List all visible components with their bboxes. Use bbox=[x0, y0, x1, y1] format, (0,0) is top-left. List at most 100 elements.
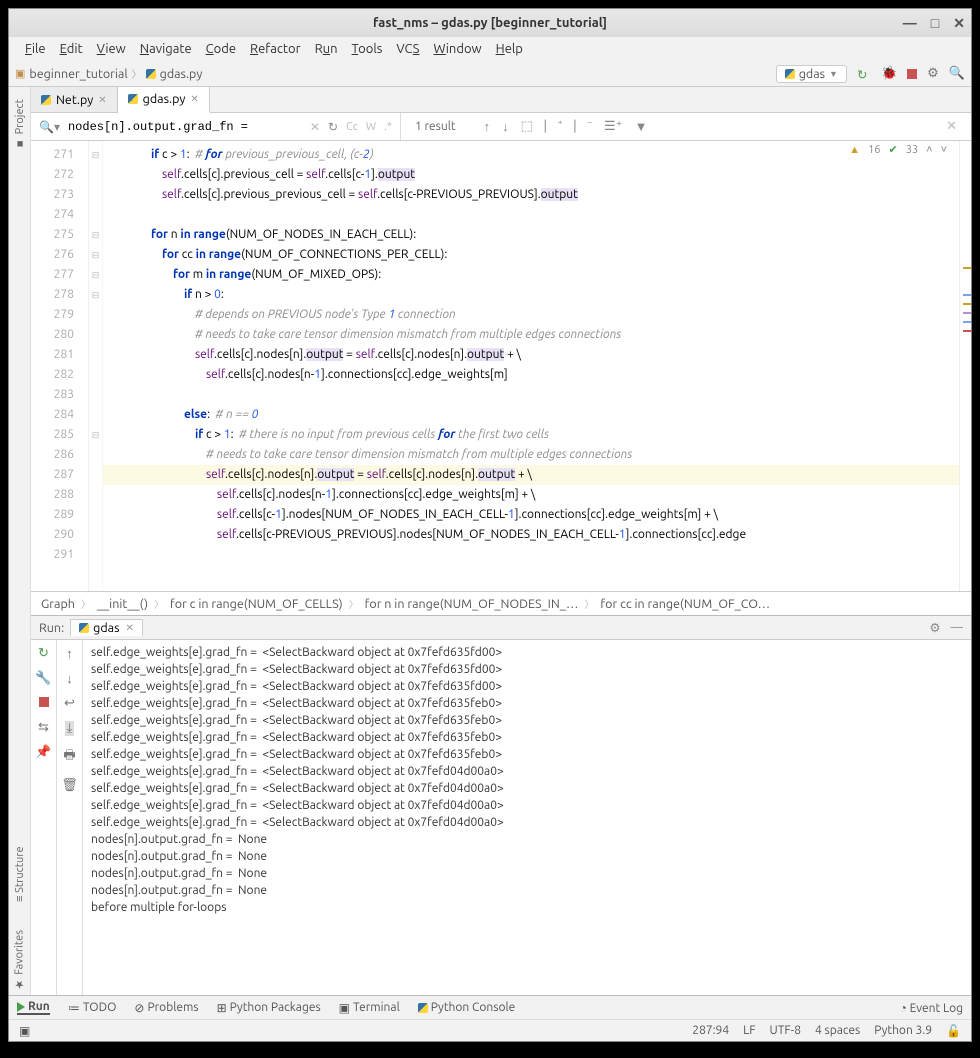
warning-count: 16 bbox=[868, 144, 880, 156]
find-add-selection-icon[interactable]: ⎸⁺ bbox=[545, 119, 563, 134]
code-crumb[interactable]: for cc in range(NUM_OF_CO… bbox=[600, 597, 770, 611]
debug-icon[interactable]: 🐞 bbox=[881, 66, 897, 81]
find-clear-icon[interactable]: ✕ bbox=[310, 120, 320, 134]
sidebar-tab-structure[interactable]: ≡ Structure bbox=[14, 842, 26, 906]
find-select-occurrences-icon[interactable]: ☰⁺ bbox=[604, 119, 623, 134]
gutter-line-numbers: 2712722732742752762772782792802812822832… bbox=[31, 141, 89, 591]
maximize-button[interactable]: □ bbox=[931, 15, 939, 32]
status-encoding[interactable]: UTF-8 bbox=[770, 1024, 801, 1038]
status-lock-icon[interactable]: 🔓 bbox=[946, 1024, 961, 1038]
status-bar: ▣ 287:94 LF UTF-8 4 spaces Python 3.9 🔓 bbox=[9, 1019, 971, 1041]
menu-view[interactable]: View bbox=[91, 40, 132, 58]
menu-vcs[interactable]: VCS bbox=[390, 40, 425, 58]
run-tab[interactable]: gdas ✕ bbox=[70, 619, 143, 636]
search-icon[interactable]: 🔍 bbox=[949, 66, 965, 81]
python-icon bbox=[418, 1003, 428, 1013]
code-crumb[interactable]: for n in range(NUM_OF_NODES_IN_… bbox=[365, 597, 579, 611]
breadcrumb-root[interactable]: beginner_tutorial bbox=[29, 67, 127, 81]
menu-help[interactable]: Help bbox=[490, 40, 529, 58]
run-hide-icon[interactable]: — bbox=[951, 620, 963, 635]
menu-navigate[interactable]: Navigate bbox=[134, 40, 198, 58]
stop-icon[interactable] bbox=[907, 69, 917, 79]
scroll-down-icon[interactable]: ↓ bbox=[66, 671, 73, 686]
run-tab-label: gdas bbox=[93, 621, 119, 635]
error-stripe[interactable] bbox=[959, 141, 971, 591]
scroll-up-icon[interactable]: ↑ bbox=[66, 646, 73, 661]
settings-icon[interactable]: ⚙ bbox=[927, 66, 939, 81]
close-icon[interactable]: ✕ bbox=[190, 93, 198, 105]
run-console-toolbar: ↑ ↓ ↩ ⤓ 🖶 🗑 bbox=[57, 640, 83, 995]
find-magnifier-icon[interactable]: 🔍▾ bbox=[39, 120, 60, 134]
bottom-tab-pyconsole[interactable]: Python Console bbox=[418, 1001, 516, 1014]
menu-run[interactable]: Run bbox=[309, 40, 344, 58]
code-breadcrumbs[interactable]: Graph〉__init__()〉for c in range(NUM_OF_C… bbox=[31, 591, 971, 615]
menu-edit[interactable]: Edit bbox=[54, 40, 89, 58]
clear-icon[interactable]: 🗑 bbox=[61, 778, 78, 793]
find-history-icon[interactable]: ↻ bbox=[328, 120, 338, 134]
bottom-tab-todo[interactable]: ≔ TODO bbox=[68, 1001, 117, 1015]
close-icon[interactable]: ✕ bbox=[98, 94, 106, 106]
bottom-tool-stripe: Run ≔ TODO ⊘ Problems ⊞ Python Packages … bbox=[9, 995, 971, 1019]
event-log-link[interactable]: ◔ Event Log bbox=[900, 1001, 963, 1015]
status-line-sep[interactable]: LF bbox=[743, 1024, 755, 1038]
menu-code[interactable]: Code bbox=[200, 40, 242, 58]
bottom-tab-problems[interactable]: ⊘ Problems bbox=[134, 1001, 198, 1015]
status-interpreter[interactable]: Python 3.9 bbox=[874, 1024, 932, 1038]
pin-icon[interactable]: 📌 bbox=[35, 745, 51, 760]
find-next-icon[interactable]: ↓ bbox=[502, 119, 509, 134]
scroll-to-end-icon[interactable]: ⤓ bbox=[65, 721, 75, 736]
find-words-icon[interactable]: W bbox=[366, 121, 376, 133]
code-crumb[interactable]: for c in range(NUM_OF_CELLS) bbox=[170, 597, 343, 611]
find-input[interactable] bbox=[68, 120, 302, 134]
code-source[interactable]: ▲16 ✔33 ˄ ˅ if c > 1: # for previous_pre… bbox=[103, 141, 959, 591]
layout-icon[interactable]: ⇆ bbox=[38, 720, 49, 735]
nav-toolbar: ▣ beginner_tutorial 〉 gdas.py gdas ▼ ↻ 🐞… bbox=[9, 61, 971, 87]
tab-gdas[interactable]: gdas.py✕ bbox=[118, 87, 210, 113]
code-crumb[interactable]: __init__() bbox=[97, 597, 148, 611]
print-icon[interactable]: 🖶 bbox=[63, 746, 75, 768]
ok-count: 33 bbox=[906, 144, 918, 156]
status-tool-icon[interactable]: ▣ bbox=[19, 1024, 30, 1038]
python-file-icon bbox=[41, 95, 51, 105]
close-button[interactable]: ✕ bbox=[953, 15, 965, 32]
chevron-down-icon[interactable]: ˅ bbox=[941, 144, 947, 156]
find-filter-icon[interactable]: ▼ bbox=[635, 119, 648, 134]
sidebar-tab-favorites[interactable]: ★ Favorites bbox=[13, 926, 26, 995]
find-remove-selection-icon[interactable]: ⎸⁻ bbox=[574, 119, 592, 134]
menu-tools[interactable]: Tools bbox=[346, 40, 389, 58]
menu-window[interactable]: Window bbox=[427, 40, 487, 58]
console-output[interactable]: self.edge_weights[e].grad_fn = <SelectBa… bbox=[83, 640, 971, 995]
wrench-icon[interactable]: 🔧 bbox=[35, 671, 51, 686]
code-editor[interactable]: 2712722732742752762772782792802812822832… bbox=[31, 141, 971, 591]
minimize-button[interactable]: — bbox=[903, 15, 917, 32]
run-left-toolbar: ↻ 🔧 ⇆ 📌 bbox=[31, 640, 57, 995]
bottom-tab-packages[interactable]: ⊞ Python Packages bbox=[217, 1001, 321, 1015]
chevron-up-icon[interactable]: ˄ bbox=[926, 144, 932, 156]
run-redo-icon[interactable]: ↻ bbox=[857, 67, 871, 81]
rerun-icon[interactable]: ↻ bbox=[38, 646, 49, 661]
tab-label: Net.py bbox=[56, 93, 93, 107]
status-caret-pos[interactable]: 287:94 bbox=[692, 1024, 729, 1038]
soft-wrap-icon[interactable]: ↩ bbox=[64, 696, 75, 711]
code-crumb[interactable]: Graph bbox=[41, 597, 75, 611]
breadcrumb-file[interactable]: gdas.py bbox=[160, 67, 203, 81]
sidebar-tab-project[interactable]: ■ Project bbox=[14, 95, 26, 153]
run-settings-icon[interactable]: ⚙ bbox=[929, 620, 940, 635]
find-regex-icon[interactable]: .* bbox=[384, 121, 392, 133]
bottom-tab-terminal[interactable]: ▣ Terminal bbox=[339, 1001, 400, 1015]
inspection-summary[interactable]: ▲16 ✔33 ˄ ˅ bbox=[849, 143, 947, 156]
gutter-fold[interactable]: ⊟⊟⊟⊟⊟⊟ bbox=[89, 141, 103, 591]
menu-refactor[interactable]: Refactor bbox=[244, 40, 307, 58]
tab-net[interactable]: Net.py ✕ bbox=[31, 87, 118, 112]
status-indent[interactable]: 4 spaces bbox=[815, 1024, 860, 1038]
find-case-icon[interactable]: Cc bbox=[346, 121, 358, 133]
stop-icon[interactable] bbox=[39, 696, 49, 710]
bottom-tab-run[interactable]: Run bbox=[17, 1000, 50, 1015]
close-icon[interactable]: ✕ bbox=[126, 622, 134, 634]
menu-file[interactable]: File bbox=[19, 40, 52, 58]
play-icon bbox=[17, 1002, 25, 1012]
run-config-selector[interactable]: gdas ▼ bbox=[776, 65, 847, 83]
find-select-all-icon[interactable]: ⬚ bbox=[521, 119, 533, 134]
find-close-icon[interactable]: ✕ bbox=[946, 119, 957, 134]
find-prev-icon[interactable]: ↑ bbox=[484, 119, 491, 134]
